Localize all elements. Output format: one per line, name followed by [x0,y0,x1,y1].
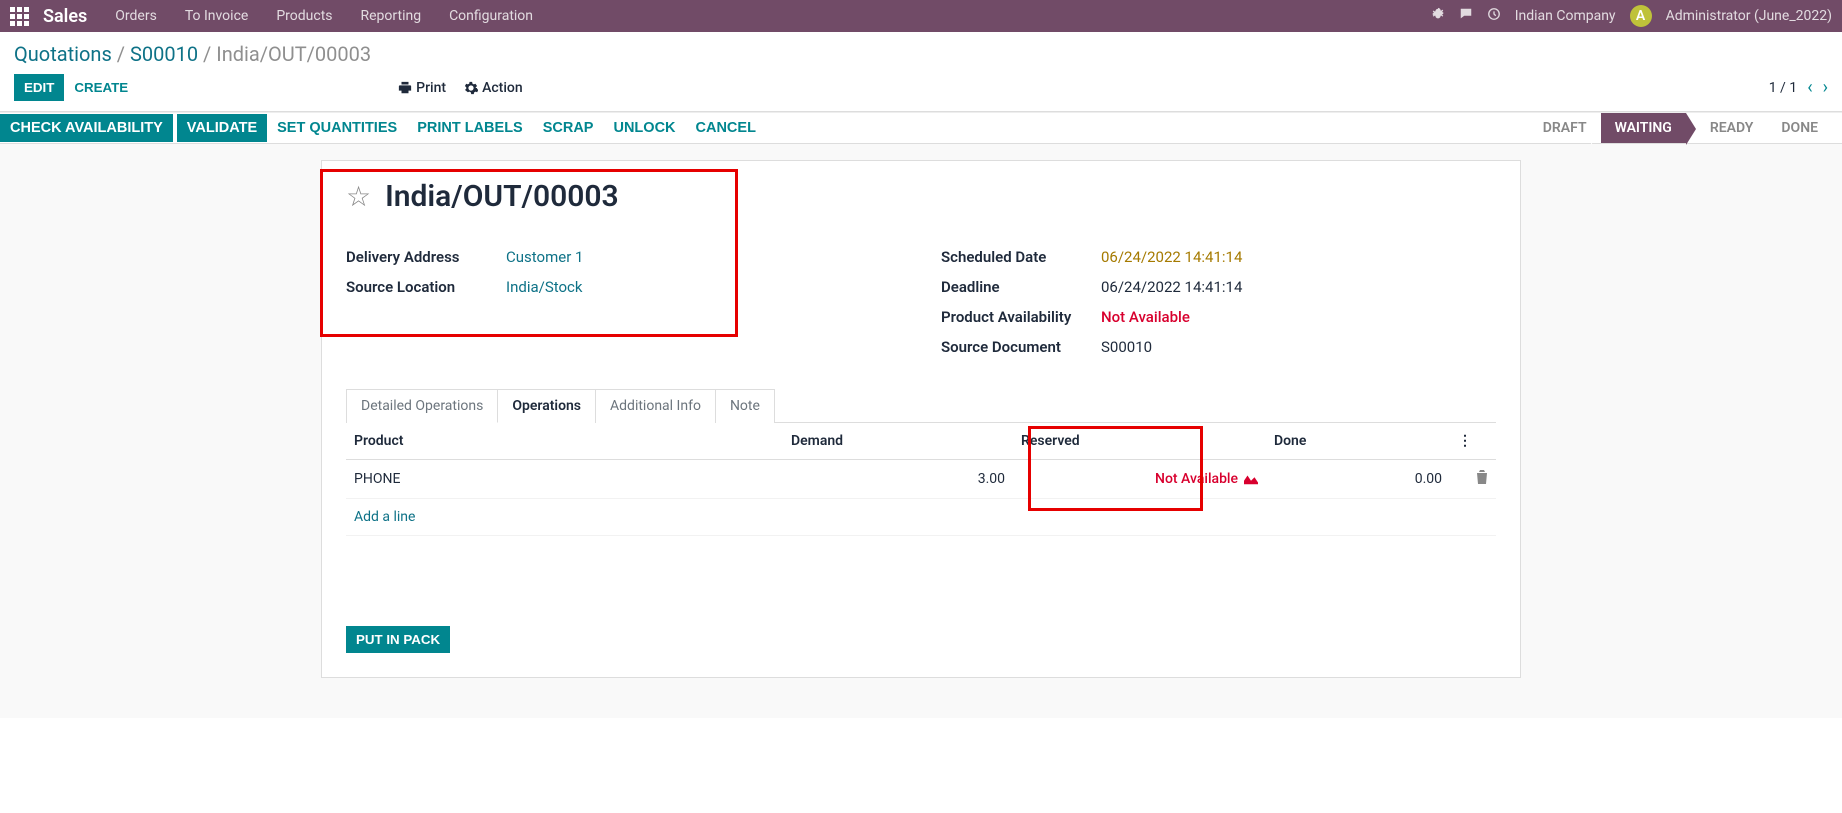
check-availability-button[interactable]: CHECK AVAILABILITY [0,114,173,142]
clock-icon[interactable] [1487,7,1501,25]
breadcrumb-root[interactable]: Quotations [14,42,112,66]
pager-value[interactable]: 1 / 1 [1769,80,1797,96]
unlock-button[interactable]: UNLOCK [603,114,685,142]
table-row[interactable]: PHONE 3.00 Not Available 0.00 [346,460,1496,499]
action-button[interactable]: Action [464,80,523,96]
nav-orders[interactable]: Orders [115,8,157,24]
nav-to-invoice[interactable]: To Invoice [185,8,249,24]
product-availability-label: Product Availability [941,308,1101,326]
nav-configuration[interactable]: Configuration [449,8,533,24]
cancel-button[interactable]: CANCEL [686,114,766,142]
chat-icon[interactable] [1459,7,1473,25]
bug-icon[interactable] [1431,7,1445,25]
nav-reporting[interactable]: Reporting [361,8,422,24]
tab-operations[interactable]: Operations [497,389,596,423]
print-icon [398,81,412,95]
nav-products[interactable]: Products [276,8,332,24]
action-label: Action [482,80,523,96]
th-kebab-icon[interactable]: ⋮ [1450,423,1496,460]
statusbar-row: CHECK AVAILABILITY VALIDATE SET QUANTITI… [0,112,1842,144]
source-document-label: Source Document [941,338,1101,356]
th-done[interactable]: Done [1266,423,1450,460]
pager-next-icon[interactable]: › [1823,77,1828,98]
scheduled-date-label: Scheduled Date [941,248,1101,266]
edit-button[interactable]: EDIT [14,74,64,101]
statusbar: DRAFT WAITING READY DONE [1529,113,1842,143]
product-availability-value: Not Available [1101,308,1190,326]
operations-table: Product Demand Reserved Done ⋮ PHONE 3.0… [346,423,1496,536]
control-panel: Quotations / S00010 / India/OUT/00003 ED… [0,32,1842,112]
print-labels-button[interactable]: PRINT LABELS [407,114,533,142]
user-menu[interactable]: Administrator (June_2022) [1666,8,1832,24]
avatar[interactable]: A [1630,5,1652,27]
deadline-label: Deadline [941,278,1101,296]
nav-menu: Orders To Invoice Products Reporting Con… [115,8,533,24]
company-name[interactable]: Indian Company [1515,8,1616,24]
row-delete-icon[interactable] [1450,460,1496,499]
add-line-link[interactable]: Add a line [354,509,415,525]
status-done[interactable]: DONE [1767,113,1832,143]
th-demand[interactable]: Demand [783,423,1013,460]
tab-detailed-operations[interactable]: Detailed Operations [346,389,498,423]
breadcrumb: Quotations / S00010 / India/OUT/00003 [0,32,1842,70]
scheduled-date-value: 06/24/2022 14:41:14 [1101,248,1242,266]
highlight-box-title [320,169,738,337]
scrap-button[interactable]: SCRAP [533,114,604,142]
app-name[interactable]: Sales [43,6,87,27]
highlight-box-reserved [1028,426,1203,511]
gear-icon [464,81,478,95]
tab-additional-info[interactable]: Additional Info [595,389,716,423]
form-sheet: ☆ India/OUT/00003 Delivery Address Custo… [321,160,1521,678]
cell-demand: 3.00 [783,460,1013,499]
status-ready[interactable]: READY [1696,113,1768,143]
put-in-pack-button[interactable]: PUT IN PACK [346,626,450,653]
cell-done: 0.00 [1266,460,1450,499]
status-waiting[interactable]: WAITING [1601,113,1686,143]
set-quantities-button[interactable]: SET QUANTITIES [267,114,407,142]
create-button[interactable]: CREATE [64,74,138,101]
top-navbar: Sales Orders To Invoice Products Reporti… [0,0,1842,32]
tabs: Detailed Operations Operations Additiona… [346,388,1496,653]
deadline-value: 06/24/2022 14:41:14 [1101,278,1242,296]
breadcrumb-current: India/OUT/00003 [216,42,371,66]
source-document-value: S00010 [1101,338,1152,356]
print-button[interactable]: Print [398,80,446,96]
tab-note[interactable]: Note [715,389,775,423]
apps-icon[interactable] [10,7,29,26]
cell-product: PHONE [346,460,783,499]
breadcrumb-parent[interactable]: S00010 [130,42,198,66]
print-label: Print [416,80,446,96]
th-product[interactable]: Product [346,423,783,460]
validate-button[interactable]: VALIDATE [177,114,267,142]
forecast-icon[interactable] [1244,473,1258,485]
pager-prev-icon[interactable]: ‹ [1807,77,1812,98]
